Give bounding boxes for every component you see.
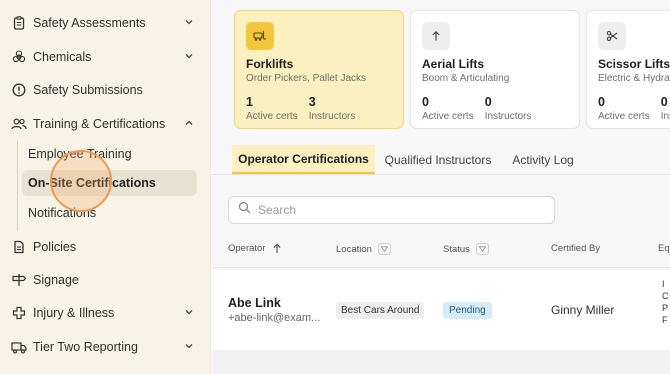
active-certs-label: Active certs — [598, 111, 650, 122]
forklift-icon — [246, 22, 274, 50]
truck-icon — [11, 339, 27, 355]
medical-cross-icon — [11, 305, 27, 321]
card-title: Forklifts — [246, 57, 294, 71]
operator-email: +abe-link@exam... — [228, 312, 321, 324]
sidebar-item-signage[interactable]: Signage — [0, 265, 211, 295]
filter-icon[interactable] — [475, 243, 489, 255]
instructors-label: Instructors — [484, 111, 532, 122]
sidebar-item-chemicals[interactable]: Chemicals — [0, 42, 211, 72]
sidebar-subitem-on-site-certifications[interactable]: On-Site Certifications — [22, 170, 197, 196]
chevron-down-icon — [183, 50, 195, 62]
biohazard-icon — [11, 49, 27, 65]
card-title: Scissor Lifts — [598, 57, 670, 71]
tab-activity-log[interactable]: Activity Log — [504, 145, 582, 174]
instructors-count: 0 — [484, 95, 492, 109]
instructors-count: 0 — [660, 95, 668, 109]
sidebar-item-training-certifications[interactable]: Training & Certifications — [0, 109, 211, 139]
column-header-operator[interactable]: Operator — [228, 243, 282, 254]
table-row[interactable]: Abe Link +abe-link@exam... Best Cars Aro… — [212, 270, 670, 350]
location-chip: Best Cars Around — [336, 302, 425, 319]
sidebar-subitem-notifications[interactable]: Notifications — [22, 200, 197, 226]
scissors-icon — [598, 22, 626, 50]
sidebar-item-label: Tier Two Reporting — [33, 340, 138, 354]
signpost-icon — [11, 272, 27, 288]
table-footer-area — [212, 350, 670, 374]
sidebar-item-policies[interactable]: Policies — [0, 232, 211, 262]
tab-qualified-instructors[interactable]: Qualified Instructors — [379, 145, 497, 174]
sidebar: Safety Assessments Chemicals Safety Subm… — [0, 0, 211, 374]
sidebar-item-injury-illness[interactable]: Injury & Illness — [0, 298, 211, 328]
sidebar-item-label: Signage — [33, 273, 79, 287]
equipment-list: I C P F — [662, 279, 669, 325]
document-icon — [11, 239, 27, 255]
active-certs-count: 0 — [422, 95, 429, 109]
sidebar-subitem-employee-training[interactable]: Employee Training — [22, 141, 197, 167]
users-icon — [11, 116, 27, 132]
operator-name: Abe Link — [228, 296, 281, 310]
chevron-down-icon — [183, 306, 195, 318]
sidebar-item-safety-assessments[interactable]: Safety Assessments — [0, 8, 211, 38]
instructors-label: Instructors — [308, 111, 356, 122]
card-subtitle: Order Pickers, Pallet Jacks — [246, 73, 367, 84]
arrow-up-icon — [422, 22, 450, 50]
chevron-up-icon — [183, 117, 195, 129]
sidebar-item-label: Safety Submissions — [33, 83, 143, 97]
active-certs-label: Active certs — [422, 111, 474, 122]
active-certs-count: 0 — [598, 95, 605, 109]
column-header-location[interactable]: Location — [336, 243, 391, 255]
search-icon — [238, 201, 251, 219]
card-title: Aerial Lifts — [422, 57, 485, 71]
active-certs-label: Active certs — [246, 111, 298, 122]
equipment-card-forklifts[interactable]: Forklifts Order Pickers, Pallet Jacks 1 … — [234, 10, 404, 129]
tab-bar: Operator Certifications Qualified Instru… — [212, 145, 670, 175]
table-header: Operator Location Status Certified By Eq… — [212, 232, 670, 268]
submenu-guide-line — [17, 141, 18, 231]
certified-by: Ginny Miller — [551, 303, 615, 317]
card-subtitle: Boom & Articulating — [422, 73, 510, 84]
sort-ascending-icon[interactable] — [272, 243, 282, 254]
chevron-down-icon — [183, 340, 195, 352]
tab-operator-certifications[interactable]: Operator Certifications — [232, 145, 375, 174]
equipment-card-scissor-lifts[interactable]: Scissor Lifts Electric & Hydraulic 0 Act… — [586, 10, 670, 129]
sidebar-item-safety-submissions[interactable]: Safety Submissions — [0, 75, 211, 105]
column-header-status[interactable]: Status — [443, 243, 489, 255]
sidebar-item-label: Policies — [33, 240, 77, 254]
column-header-certified-by[interactable]: Certified By — [551, 243, 600, 254]
column-header-equipment[interactable]: Equ — [658, 243, 670, 254]
search-box[interactable] — [228, 196, 555, 224]
search-input[interactable] — [258, 203, 538, 217]
main-content: Forklifts Order Pickers, Pallet Jacks 1 … — [212, 0, 670, 374]
sidebar-item-label: Injury & Illness — [33, 306, 115, 320]
equipment-card-aerial-lifts[interactable]: Aerial Lifts Boom & Articulating 0 Activ… — [410, 10, 580, 129]
sidebar-item-label: Safety Assessments — [33, 16, 146, 30]
instructors-label: Instructors — [660, 111, 670, 122]
instructors-count: 3 — [308, 95, 316, 109]
sidebar-item-tier-two-reporting[interactable]: Tier Two Reporting — [0, 332, 211, 362]
active-certs-count: 1 — [246, 95, 253, 109]
sidebar-item-label: Chemicals — [33, 50, 92, 64]
filter-icon[interactable] — [377, 243, 391, 255]
alert-circle-icon — [11, 82, 27, 98]
status-badge: Pending — [443, 302, 492, 319]
clipboard-icon — [11, 15, 27, 31]
sidebar-item-label: Training & Certifications — [33, 117, 166, 131]
card-subtitle: Electric & Hydraulic — [598, 73, 670, 84]
chevron-down-icon — [183, 16, 195, 28]
